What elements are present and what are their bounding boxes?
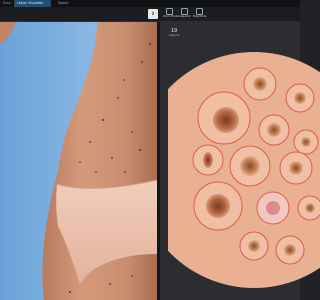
lesion-count-unit: Lesions <box>168 33 180 37</box>
zoom-mode-label: Zoom Mode <box>163 15 179 18</box>
map-mode-label: Map Mode <box>193 15 207 18</box>
tab-report[interactable]: Report <box>55 0 75 7</box>
snapshot-button[interactable]: Snapshot <box>178 8 191 20</box>
lesion-counter: 19 Lesions <box>164 28 184 37</box>
map-icon <box>196 8 203 15</box>
body-scan-svg <box>0 22 157 300</box>
body-scan-image[interactable] <box>0 22 157 300</box>
map-mode-button[interactable]: Map Mode <box>193 8 206 20</box>
zoom-mode-button[interactable]: Zoom Mode <box>163 8 179 20</box>
lesion-map <box>168 52 320 288</box>
snapshot-icon <box>181 8 188 15</box>
zoom-icon <box>166 8 173 15</box>
snapshot-label: Snapshot <box>178 15 191 18</box>
tab-lesion-visualizer[interactable]: Lesion Visualizer <box>14 0 51 7</box>
tab-scan[interactable]: Scan <box>0 0 13 7</box>
chevron-right-icon[interactable]: › <box>148 9 158 19</box>
